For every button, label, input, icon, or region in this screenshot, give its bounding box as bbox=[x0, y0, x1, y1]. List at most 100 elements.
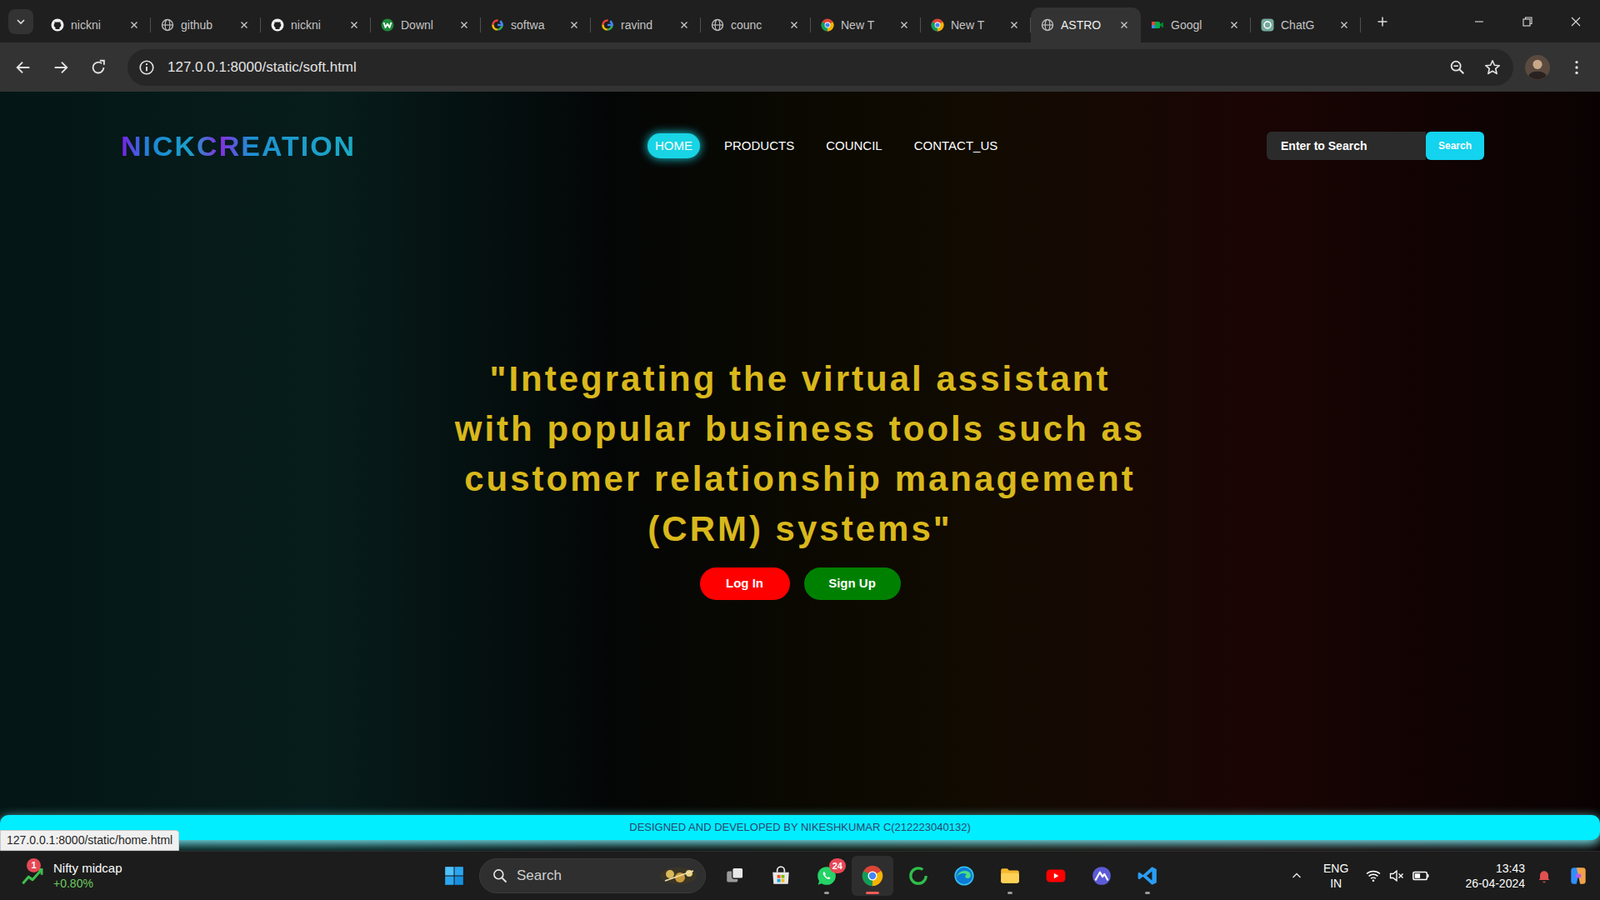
browser-tab[interactable]: counc bbox=[700, 7, 811, 43]
reload-button[interactable] bbox=[83, 52, 114, 83]
site-logo[interactable]: NICKCREATION bbox=[120, 129, 356, 163]
back-button[interactable] bbox=[8, 52, 39, 83]
close-icon[interactable] bbox=[1117, 18, 1131, 32]
browser-tab[interactable]: softwa bbox=[480, 7, 591, 43]
headline-line: "Integrating the virtual assistant bbox=[489, 354, 1110, 405]
clock-time[interactable]: 13:43 bbox=[1495, 860, 1525, 876]
logo-area: NICKCREATION bbox=[120, 129, 648, 163]
chevron-up-icon[interactable] bbox=[1283, 859, 1310, 893]
running-indicator bbox=[915, 891, 921, 895]
taskbar-app[interactable] bbox=[943, 855, 985, 896]
chrome-icon bbox=[930, 18, 945, 32]
close-icon[interactable] bbox=[457, 18, 471, 32]
taskbar-search-label[interactable]: Search bbox=[516, 865, 562, 887]
widget-badge: 1 bbox=[26, 858, 41, 873]
app-badge: 24 bbox=[829, 858, 846, 874]
nav-link[interactable]: HOME bbox=[647, 133, 700, 159]
meet-icon bbox=[1150, 18, 1165, 32]
nav-link-label[interactable]: HOME bbox=[655, 136, 693, 156]
nav-link[interactable]: PRODUCTS bbox=[716, 133, 802, 159]
browser-tab[interactable]: Googl bbox=[1140, 7, 1251, 43]
taskbar-search[interactable]: Search bbox=[479, 858, 706, 894]
close-icon[interactable] bbox=[787, 18, 801, 32]
forward-button[interactable] bbox=[45, 52, 76, 83]
quick-settings[interactable] bbox=[1360, 866, 1435, 885]
search-input[interactable] bbox=[1266, 131, 1426, 160]
close-icon[interactable] bbox=[1007, 18, 1021, 32]
address-actions bbox=[1448, 58, 1502, 77]
browser-tab[interactable]: nickni bbox=[40, 7, 151, 43]
language-label[interactable]: ENG bbox=[1323, 860, 1349, 876]
info-icon[interactable] bbox=[137, 58, 156, 77]
browser-tab[interactable]: ChatG bbox=[1250, 7, 1361, 43]
browser-tab[interactable]: nickni bbox=[260, 7, 371, 43]
taskbar-app[interactable] bbox=[1126, 855, 1169, 896]
browser-tab[interactable]: ASTRO bbox=[1030, 7, 1141, 43]
running-indicator bbox=[1007, 891, 1013, 895]
taskbar-app[interactable] bbox=[714, 855, 756, 896]
star-icon[interactable] bbox=[1483, 58, 1502, 77]
widget-title: Nifty midcap bbox=[53, 860, 123, 876]
taskbar-app[interactable] bbox=[851, 855, 894, 896]
nav-link[interactable]: CONTACT_US bbox=[906, 133, 1006, 159]
close-icon[interactable] bbox=[127, 18, 141, 32]
copilot-icon[interactable] bbox=[1563, 859, 1594, 893]
tab-title: softwa bbox=[510, 17, 561, 33]
tab-separator bbox=[810, 17, 811, 33]
taskbar-app[interactable] bbox=[989, 855, 1031, 896]
close-icon[interactable] bbox=[1227, 18, 1241, 32]
browser-tab[interactable]: ravind bbox=[590, 7, 701, 43]
nav-link-label[interactable]: COUNCIL bbox=[825, 136, 883, 156]
clock-date[interactable]: 26-04-2024 bbox=[1465, 875, 1525, 891]
address-bar[interactable]: 127.0.0.1:8000/static/soft.html bbox=[127, 49, 1514, 86]
close-icon[interactable] bbox=[567, 18, 581, 32]
market-widget[interactable]: 1 Nifty midcap+0.80% bbox=[0, 860, 434, 891]
close-icon[interactable] bbox=[237, 18, 251, 32]
minimize-button[interactable] bbox=[1455, 0, 1504, 43]
tab-separator bbox=[700, 17, 701, 33]
signup-button[interactable]: Sign Up bbox=[804, 567, 901, 600]
region-label[interactable]: IN bbox=[1330, 875, 1342, 891]
youtube-icon bbox=[1045, 865, 1067, 887]
close-icon[interactable] bbox=[677, 18, 691, 32]
zoom-icon[interactable] bbox=[1448, 58, 1467, 77]
globe-icon bbox=[710, 18, 725, 32]
browser-tab[interactable]: github bbox=[150, 7, 261, 43]
speaker-muted-icon bbox=[1388, 867, 1405, 885]
taskbar-app[interactable] bbox=[760, 855, 802, 896]
widget-change: +0.80% bbox=[53, 875, 123, 891]
restore-button[interactable] bbox=[1503, 0, 1552, 43]
taskbar-app[interactable]: 24 bbox=[805, 855, 848, 896]
close-icon[interactable] bbox=[897, 18, 911, 32]
taskbar-app[interactable] bbox=[1035, 855, 1077, 896]
browser-tab[interactable]: Downl bbox=[370, 7, 481, 43]
tab-title: nickni bbox=[290, 17, 341, 33]
system-tray: ENGIN 13:4326-04-2024 bbox=[1283, 859, 1600, 893]
running-indicator bbox=[1053, 891, 1059, 895]
wattpad-icon bbox=[380, 18, 395, 32]
browser-tab[interactable]: New T bbox=[920, 7, 1031, 43]
search-button[interactable]: Search bbox=[1425, 131, 1485, 160]
close-icon[interactable] bbox=[347, 18, 361, 32]
start-button[interactable] bbox=[433, 855, 475, 896]
address-text[interactable]: 127.0.0.1:8000/static/soft.html bbox=[167, 56, 357, 79]
avatar-icon[interactable] bbox=[1523, 53, 1552, 82]
new-tab-button[interactable] bbox=[1369, 8, 1396, 35]
clock[interactable]: 13:4326-04-2024 bbox=[1465, 860, 1525, 891]
language-indicator[interactable]: ENGIN bbox=[1316, 860, 1355, 891]
nav-link-label[interactable]: PRODUCTS bbox=[724, 136, 795, 156]
close-icon[interactable] bbox=[1337, 18, 1351, 32]
nav-link[interactable]: COUNCIL bbox=[818, 133, 890, 159]
tab-search-button[interactable] bbox=[8, 9, 34, 35]
login-button[interactable]: Log In bbox=[700, 567, 790, 600]
browser-tab[interactable]: New T bbox=[810, 7, 921, 43]
nav-link-label[interactable]: CONTACT_US bbox=[914, 136, 999, 156]
vscode-icon bbox=[1136, 865, 1159, 887]
taskbar-app[interactable] bbox=[1080, 855, 1123, 896]
tab-separator bbox=[370, 17, 371, 33]
github-icon bbox=[270, 18, 285, 32]
taskbar-app[interactable] bbox=[897, 855, 940, 896]
close-window-button[interactable] bbox=[1551, 0, 1600, 43]
bell-icon[interactable] bbox=[1531, 859, 1557, 893]
menu-icon[interactable] bbox=[1561, 52, 1592, 83]
